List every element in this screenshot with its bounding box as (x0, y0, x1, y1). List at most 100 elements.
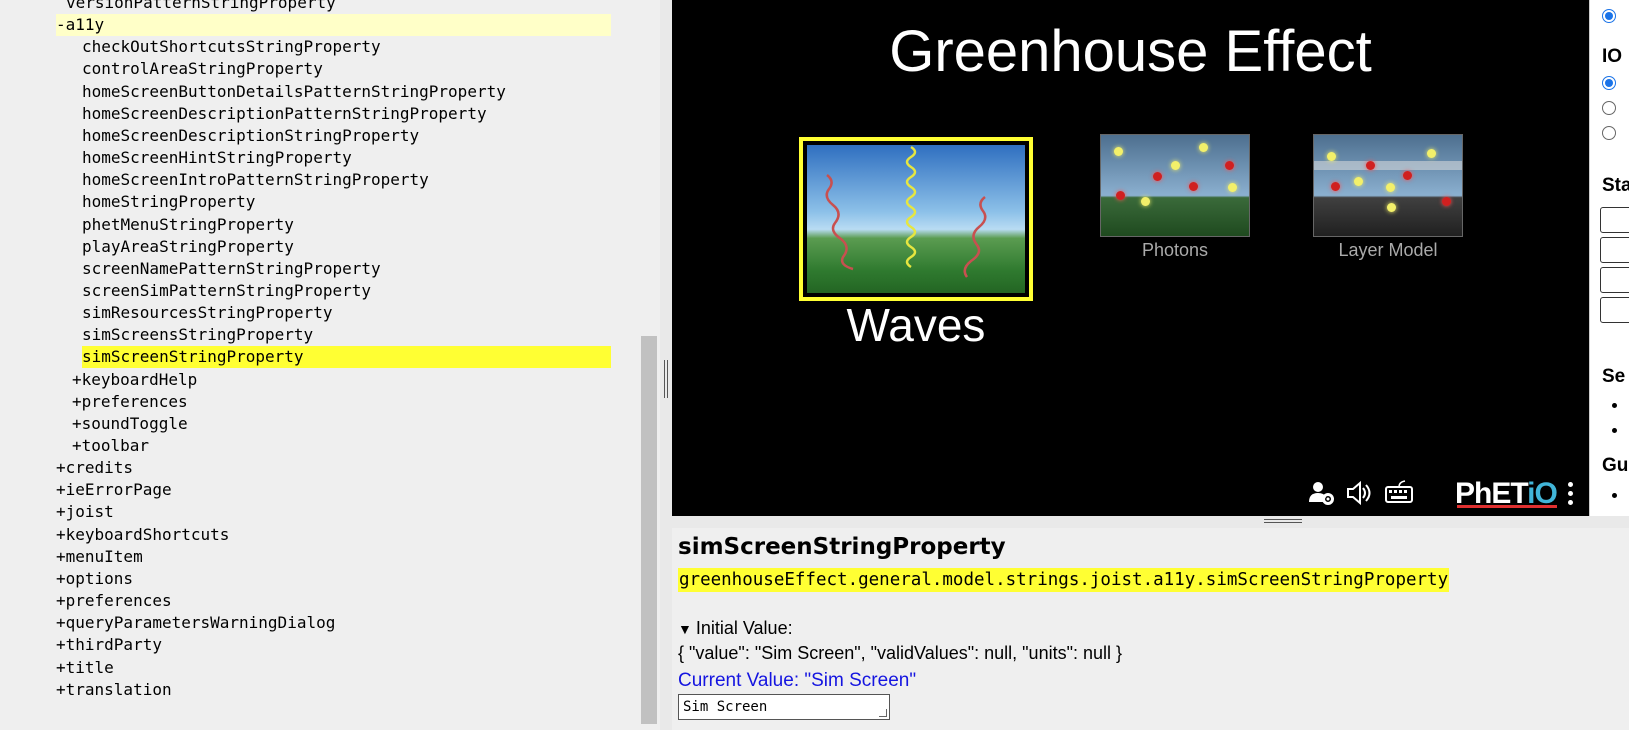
tree-node[interactable]: homeScreenDescriptionPatternStringProper… (82, 103, 487, 125)
screen-button-layer-model[interactable] (1313, 134, 1463, 237)
tree-node[interactable]: +thirdParty (56, 634, 162, 656)
preferences-user-gear-icon[interactable] (1307, 478, 1337, 508)
value-textarea[interactable]: Sim Screen (678, 694, 890, 720)
photon-dot (1327, 152, 1336, 161)
phetio-logo[interactable]: PhETiO (1455, 477, 1558, 511)
initial-value-toggle[interactable]: ▼ Initial Value: (678, 618, 793, 639)
layer-glass (1314, 161, 1462, 170)
tree-node[interactable]: +credits (56, 457, 133, 479)
tree-node[interactable]: +ieErrorPage (56, 479, 172, 501)
kebab-menu-icon[interactable] (1568, 482, 1576, 508)
sim-title: Greenhouse Effect (889, 19, 1372, 84)
photon-dot (1386, 183, 1395, 192)
screen-label-photons[interactable]: Photons (1100, 240, 1250, 261)
screen-label-waves[interactable]: Waves (672, 298, 1160, 352)
tree-node[interactable]: homeStringProperty (82, 191, 255, 213)
initial-value-label: Initial Value: (695, 618, 793, 638)
tree-node[interactable]: +options (56, 568, 133, 590)
splitter-grip (667, 360, 668, 398)
state-button[interactable] (1600, 297, 1629, 323)
list-bullet (1612, 493, 1617, 498)
tree-node[interactable]: homeScreenHintStringProperty (82, 147, 352, 169)
photon-dot (1114, 147, 1123, 156)
photon-dot (1225, 161, 1234, 170)
splitter-grip (1264, 522, 1302, 523)
photon-dot (1331, 182, 1340, 191)
tree-node[interactable]: simScreensStringProperty (82, 324, 313, 346)
sim-frame: Greenhouse Effect Waves Photons Layer Mo… (672, 0, 1589, 516)
phetio-logo-underline (1457, 505, 1557, 508)
tree-node[interactable]: simResourcesStringProperty (82, 302, 332, 324)
resize-handle-icon[interactable] (879, 709, 887, 717)
wrapper-controls-panel: IO Sta Se Gu (1589, 0, 1629, 516)
tree-node[interactable]: +preferences (56, 590, 172, 612)
waves-screen-icon (807, 145, 1025, 293)
tree-node[interactable]: +joist (56, 501, 114, 523)
panel-heading-io: IO (1602, 46, 1623, 67)
photon-dot (1354, 177, 1363, 186)
tree-node[interactable]: +translation (56, 679, 172, 701)
state-button[interactable] (1600, 237, 1629, 263)
photon-dot (1116, 191, 1125, 200)
panel-heading-gu: Gu (1602, 455, 1629, 476)
phetio-element-tree: versionPatternStringProperty -a11y checkOu… (0, 0, 660, 730)
tree-node[interactable]: homeScreenDescriptionStringProperty (82, 125, 419, 147)
tree-node[interactable]: homeScreenIntroPatternStringProperty (82, 169, 429, 191)
tree-node[interactable]: +queryParametersWarningDialog (56, 612, 335, 634)
tree-node[interactable]: +menuItem (56, 546, 143, 568)
photon-dot (1189, 182, 1198, 191)
panel-heading-se: Se (1602, 366, 1626, 387)
photon-dot (1141, 197, 1150, 206)
photon-dot (1427, 149, 1436, 158)
tree-node[interactable]: playAreaStringProperty (82, 236, 294, 258)
tree-node[interactable]: versionPatternStringProperty (66, 0, 336, 14)
initial-value-json: { "value": "Sim Screen", "validValues": … (678, 643, 1122, 663)
tree-node[interactable]: +keyboardHelp (72, 369, 197, 391)
phetio-id: greenhouseEffect.general.model.strings.j… (678, 568, 1450, 592)
state-button[interactable] (1600, 207, 1629, 233)
sim-navigation-bar (672, 472, 1589, 516)
photon-dot (1228, 183, 1237, 192)
photon-dot (1199, 143, 1208, 152)
tree-node[interactable]: +title (56, 657, 114, 679)
list-bullet (1612, 428, 1617, 433)
tree-node[interactable]: simScreenStringProperty (82, 346, 611, 369)
state-button[interactable] (1600, 267, 1629, 293)
keyboard-icon[interactable] (1384, 478, 1414, 508)
radio-button[interactable] (1602, 126, 1616, 140)
list-bullet (1612, 403, 1617, 408)
tree-node[interactable]: controlAreaStringProperty (82, 58, 323, 80)
sound-speaker-icon[interactable] (1344, 478, 1374, 508)
value-textarea-text: Sim Screen (683, 699, 768, 715)
vertical-splitter[interactable] (660, 0, 672, 730)
element-name-heading: simScreenStringProperty (678, 534, 1006, 560)
screen-button-photons[interactable] (1100, 134, 1250, 237)
disclosure-triangle-icon: ▼ (678, 621, 692, 637)
tree-scrollbar-thumb[interactable] (641, 336, 657, 724)
photon-dot (1403, 171, 1412, 180)
photon-dot (1171, 161, 1180, 170)
tree-node[interactable]: checkOutShortcutsStringProperty (82, 36, 381, 58)
splitter-grip (1264, 519, 1302, 520)
screen-button-waves[interactable] (799, 137, 1033, 301)
tree-node[interactable]: +soundToggle (72, 413, 188, 435)
photon-dot (1153, 172, 1162, 181)
photon-dot (1366, 161, 1375, 170)
tree-node[interactable]: -a11y (56, 14, 611, 37)
horizontal-splitter[interactable] (672, 516, 1629, 528)
radio-button[interactable] (1602, 76, 1616, 90)
splitter-grip (664, 360, 665, 398)
screen-label-layer-model[interactable]: Layer Model (1313, 240, 1463, 261)
tree-node[interactable]: +keyboardShortcuts (56, 524, 229, 546)
tree-node[interactable]: homeScreenButtonDetailsPatternStringProp… (82, 81, 506, 103)
radio-button[interactable] (1602, 101, 1616, 115)
current-value-label: Current Value: "Sim Screen" (678, 670, 917, 691)
radio-button[interactable] (1602, 9, 1616, 23)
tree-node[interactable]: phetMenuStringProperty (82, 214, 294, 236)
tree-node[interactable]: screenNamePatternStringProperty (82, 258, 381, 280)
tree-node[interactable]: screenSimPatternStringProperty (82, 280, 371, 302)
element-details-panel: simScreenStringProperty greenhouseEffect… (672, 528, 1629, 730)
photon-dot (1442, 197, 1451, 206)
tree-node[interactable]: +toolbar (72, 435, 149, 457)
tree-node[interactable]: +preferences (72, 391, 188, 413)
